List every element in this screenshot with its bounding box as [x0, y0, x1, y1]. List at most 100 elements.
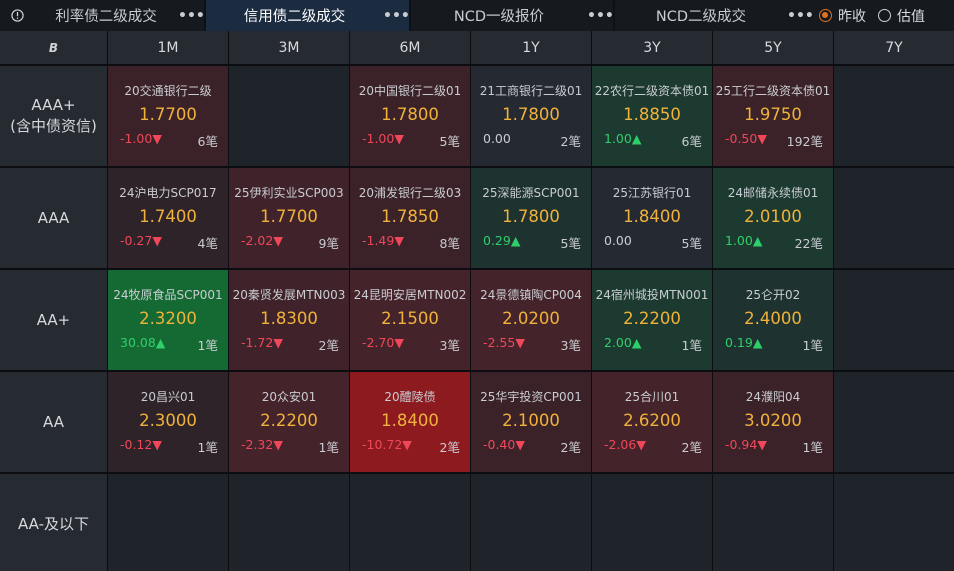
empty-cell	[834, 66, 954, 166]
bond-cell[interactable]: 20交通银行二级 1.7700 -1.00▼ 6笔	[108, 66, 228, 166]
bond-cell-footer: -1.00▼ 6笔	[108, 131, 228, 150]
more-icon[interactable]: •••	[383, 8, 410, 24]
bond-cell[interactable]: 20中国银行二级01 1.7800 -1.00▼ 5笔	[350, 66, 470, 166]
trade-count: 5笔	[439, 134, 460, 149]
bond-name: 22农行二级资本债01	[594, 84, 710, 98]
tab-ncd-secondary[interactable]: NCD二级成交 •••	[615, 0, 814, 31]
bond-cell[interactable]: 24濮阳04 3.0200 -0.94▼ 1笔	[713, 372, 833, 472]
trade-count: 22笔	[794, 236, 823, 251]
tab-credit-bond-secondary[interactable]: 信用债二级成交 •••	[206, 0, 410, 31]
tab-bar: 利率债二级成交 ••• 信用债二级成交 ••• NCD一级报价 ••• NCD二…	[0, 0, 954, 31]
info-icon[interactable]	[0, 0, 34, 31]
bond-name: 20中国银行二级01	[358, 84, 462, 98]
bond-name: 24昆明安居MTN002	[353, 288, 467, 302]
yield-change: -0.40▼	[483, 437, 525, 452]
bond-name: 25工行二级资本债01	[715, 84, 831, 98]
bond-cell[interactable]: 20昌兴01 2.3000 -0.12▼ 1笔	[108, 372, 228, 472]
bond-name: 24沪电力SCP017	[119, 186, 217, 200]
empty-cell	[834, 168, 954, 268]
empty-cell	[834, 372, 954, 472]
bond-cell[interactable]: 22农行二级资本债01 1.8850 1.00▲ 6笔	[592, 66, 712, 166]
radio-valuation[interactable]: 估值	[878, 6, 925, 26]
column-header-6m: 6M	[350, 31, 470, 64]
bond-name: 20浦发银行二级03	[358, 186, 462, 200]
corner-logo: B	[0, 31, 107, 64]
bond-cell-footer: -0.27▼ 4笔	[108, 233, 228, 252]
yield-change: 1.00▲	[725, 233, 763, 248]
bond-cell[interactable]: 24昆明安居MTN002 2.1500 -2.70▼ 3笔	[350, 270, 470, 370]
bond-cell-footer: 1.00▲ 22笔	[713, 233, 833, 252]
yield-change: -0.12▼	[120, 437, 162, 452]
bond-cell-footer: -0.94▼ 1笔	[713, 437, 833, 456]
bond-cell[interactable]: 24沪电力SCP017 1.7400 -0.27▼ 4笔	[108, 168, 228, 268]
bond-cell[interactable]: 20秦贤发展MTN003 1.8300 -1.72▼ 2笔	[229, 270, 349, 370]
bond-yield: 1.9750	[744, 105, 802, 124]
trade-count: 1笔	[681, 338, 702, 353]
trade-count: 2笔	[560, 440, 581, 455]
bond-cell[interactable]: 24牧原食品SCP001 2.3200 30.08▲ 1笔	[108, 270, 228, 370]
more-icon[interactable]: •••	[587, 8, 614, 24]
bond-name: 21工商银行二级01	[479, 84, 583, 98]
trade-count: 9笔	[318, 236, 339, 251]
yield-change: 0.19▲	[725, 335, 763, 350]
yield-change: -0.27▼	[120, 233, 162, 248]
row-header-rating: AAA	[0, 168, 107, 268]
bond-cell-footer: -0.40▼ 2笔	[471, 437, 591, 456]
trade-count: 2笔	[439, 440, 460, 455]
bond-cell-footer: 2.00▲ 1笔	[592, 335, 712, 354]
trade-count: 4笔	[197, 236, 218, 251]
yield-change: -2.02▼	[241, 233, 283, 248]
trade-count: 8笔	[439, 236, 460, 251]
trade-count: 2笔	[318, 338, 339, 353]
row-header-rating: AAA+ (含中债资信)	[0, 66, 107, 166]
radio-prev-close[interactable]: 昨收	[819, 6, 866, 26]
column-header-3m: 3M	[229, 31, 349, 64]
bond-cell[interactable]: 25仑开02 2.4000 0.19▲ 1笔	[713, 270, 833, 370]
yield-change: -10.72▼	[362, 437, 412, 452]
bond-name: 25江苏银行01	[612, 186, 692, 200]
bond-yield: 2.1000	[502, 411, 560, 430]
bond-cell[interactable]: 24邮储永续债01 2.0100 1.00▲ 22笔	[713, 168, 833, 268]
bond-cell[interactable]: 24宿州城投MTN001 2.2200 2.00▲ 1笔	[592, 270, 712, 370]
tab-rate-bond-secondary[interactable]: 利率债二级成交 •••	[34, 0, 205, 31]
bond-name: 20交通银行二级	[124, 84, 212, 98]
bond-cell[interactable]: 25华宇投资CP001 2.1000 -0.40▼ 2笔	[471, 372, 591, 472]
bond-cell[interactable]: 20醴陵债 1.8400 -10.72▼ 2笔	[350, 372, 470, 472]
row-header-rating: AA+	[0, 270, 107, 370]
tab-label: NCD一级报价	[453, 9, 545, 25]
bond-yield: 1.7700	[260, 207, 318, 226]
empty-cell	[350, 474, 470, 571]
more-icon[interactable]: •••	[787, 8, 814, 24]
bond-yield: 1.7850	[381, 207, 439, 226]
bond-cell[interactable]: 25合川01 2.6200 -2.06▼ 2笔	[592, 372, 712, 472]
bond-yield: 1.8850	[623, 105, 681, 124]
bond-name: 24景德镇陶CP004	[480, 288, 582, 302]
yield-change: -1.72▼	[241, 335, 283, 350]
bond-yield: 2.1500	[381, 309, 439, 328]
yield-change: 30.08▲	[120, 335, 166, 350]
tab-ncd-primary-quote[interactable]: NCD一级报价 •••	[411, 0, 614, 31]
bond-yield: 2.3200	[139, 309, 197, 328]
bond-cell[interactable]: 21工商银行二级01 1.7800 0.00 2笔	[471, 66, 591, 166]
bond-yield: 1.7800	[381, 105, 439, 124]
bond-cell[interactable]: 20众安01 2.2200 -2.32▼ 1笔	[229, 372, 349, 472]
empty-cell	[834, 270, 954, 370]
more-icon[interactable]: •••	[178, 8, 205, 24]
bond-cell[interactable]: 25江苏银行01 1.8400 0.00 5笔	[592, 168, 712, 268]
bond-yield: 2.0100	[744, 207, 802, 226]
column-header-7y: 7Y	[834, 31, 954, 64]
trade-count: 1笔	[197, 440, 218, 455]
logo-icon: B	[48, 40, 59, 55]
bond-cell-footer: 30.08▲ 1笔	[108, 335, 228, 354]
bond-cell[interactable]: 20浦发银行二级03 1.7850 -1.49▼ 8笔	[350, 168, 470, 268]
bond-cell[interactable]: 25工行二级资本债01 1.9750 -0.50▼ 192笔	[713, 66, 833, 166]
bond-cell[interactable]: 24景德镇陶CP004 2.0200 -2.55▼ 3笔	[471, 270, 591, 370]
bond-yield: 1.8400	[623, 207, 681, 226]
yield-change: -1.00▼	[120, 131, 162, 146]
bond-cell[interactable]: 25深能源SCP001 1.7800 0.29▲ 5笔	[471, 168, 591, 268]
bond-cell[interactable]: 25伊利实业SCP003 1.7700 -2.02▼ 9笔	[229, 168, 349, 268]
empty-cell	[108, 474, 228, 571]
bond-name: 24濮阳04	[745, 390, 801, 404]
bond-cell-footer: -2.55▼ 3笔	[471, 335, 591, 354]
bond-cell-footer: -2.02▼ 9笔	[229, 233, 349, 252]
